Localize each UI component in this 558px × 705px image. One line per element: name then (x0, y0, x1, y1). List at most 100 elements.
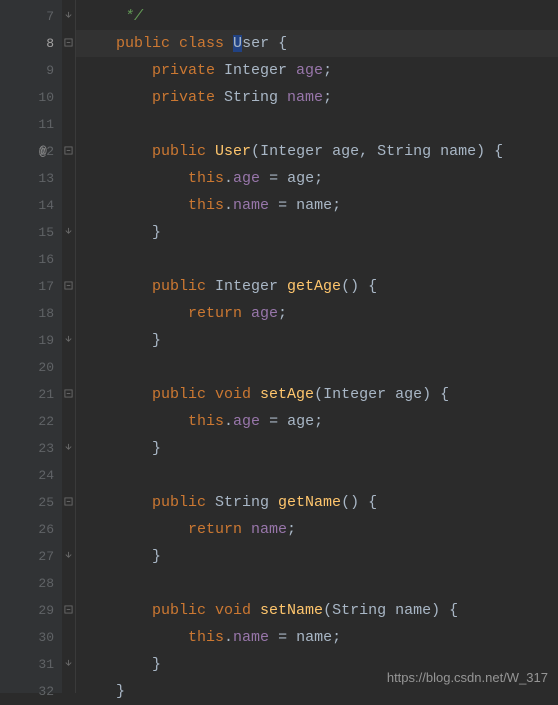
token-kw: this (80, 170, 224, 187)
fold-open-icon[interactable] (64, 35, 73, 52)
token-brace: } (80, 224, 161, 241)
token-kw: return (80, 521, 251, 538)
token-comment: */ (80, 8, 143, 25)
code-area[interactable]: */ public class User { private Integer a… (76, 0, 558, 693)
gutter-row: 28 (0, 570, 62, 597)
code-line[interactable]: this.name = name; (76, 624, 558, 651)
token-sel: U (233, 35, 242, 52)
line-number: 10 (38, 90, 54, 105)
fold-row[interactable] (62, 489, 75, 516)
code-line[interactable]: } (76, 219, 558, 246)
code-line[interactable]: this.age = age; (76, 408, 558, 435)
gutter-row: 16 (0, 246, 62, 273)
token-punct: . (224, 197, 233, 214)
fold-open-icon[interactable] (64, 278, 73, 295)
line-number: 21 (38, 387, 54, 402)
token-kw: public (80, 602, 215, 619)
token-field: age (296, 62, 323, 79)
gutter-row: 30 (0, 624, 62, 651)
code-line[interactable] (76, 570, 558, 597)
token-brace: } (80, 683, 125, 700)
override-icon[interactable]: @ (39, 144, 47, 159)
code-line[interactable] (76, 111, 558, 138)
gutter-row: 11 (0, 111, 62, 138)
fold-row[interactable] (62, 543, 75, 570)
line-number: 7 (46, 9, 54, 24)
code-line[interactable]: public User(Integer age, String name) { (76, 138, 558, 165)
fold-row[interactable] (62, 597, 75, 624)
token-punct: . (224, 629, 233, 646)
code-line[interactable]: } (76, 327, 558, 354)
code-line[interactable] (76, 354, 558, 381)
token-punct: ; (332, 629, 341, 646)
fold-row[interactable] (62, 327, 75, 354)
fold-open-icon[interactable] (64, 602, 73, 619)
token-punct: . (224, 413, 233, 430)
fold-row (62, 192, 75, 219)
fold-close-icon[interactable] (64, 224, 73, 241)
line-number: 32 (38, 684, 54, 699)
token-kw: public (80, 143, 215, 160)
line-number: 16 (38, 252, 54, 267)
token-ident: name (395, 602, 431, 619)
code-line[interactable]: public void setName(String name) { (76, 597, 558, 624)
gutter-row: 27 (0, 543, 62, 570)
token-field: age (251, 305, 278, 322)
fold-row (62, 462, 75, 489)
code-line[interactable]: return age; (76, 300, 558, 327)
code-line[interactable]: this.age = age; (76, 165, 558, 192)
code-line[interactable]: return name; (76, 516, 558, 543)
code-line[interactable]: } (76, 543, 558, 570)
token-op: = (260, 170, 287, 187)
fold-row[interactable] (62, 3, 75, 30)
fold-open-icon[interactable] (64, 494, 73, 511)
fold-open-icon[interactable] (64, 386, 73, 403)
fold-row[interactable] (62, 138, 75, 165)
line-number: 19 (38, 333, 54, 348)
fold-close-icon[interactable] (64, 440, 73, 457)
token-kw: public (80, 494, 215, 511)
code-line[interactable]: private String name; (76, 84, 558, 111)
code-editor[interactable]: 789101112@131415161718192021222324252627… (0, 0, 558, 693)
fold-row[interactable] (62, 219, 75, 246)
code-line[interactable] (76, 246, 558, 273)
token-punct: . (224, 170, 233, 187)
token-ident: age (332, 143, 359, 160)
fold-row[interactable] (62, 30, 75, 57)
token-punct: ) (431, 602, 449, 619)
token-punct: ; (314, 413, 323, 430)
fold-close-icon[interactable] (64, 8, 73, 25)
fold-row[interactable] (62, 273, 75, 300)
fold-row[interactable] (62, 651, 75, 678)
code-line[interactable]: public Integer getAge() { (76, 273, 558, 300)
code-line[interactable]: public void setAge(Integer age) { (76, 381, 558, 408)
line-number: 26 (38, 522, 54, 537)
token-punct: ( (323, 602, 332, 619)
fold-close-icon[interactable] (64, 656, 73, 673)
gutter-row: 7 (0, 3, 62, 30)
line-number: 30 (38, 630, 54, 645)
token-brace: { (368, 494, 377, 511)
gutter-row: 14 (0, 192, 62, 219)
token-field: name (233, 197, 269, 214)
fold-close-icon[interactable] (64, 332, 73, 349)
fold-row[interactable] (62, 435, 75, 462)
code-line[interactable]: */ (76, 3, 558, 30)
fold-row[interactable] (62, 381, 75, 408)
token-type: Integer (224, 62, 296, 79)
code-line[interactable]: } (76, 435, 558, 462)
gutter-row: 19 (0, 327, 62, 354)
token-punct: () (341, 278, 368, 295)
token-ident: name (296, 629, 332, 646)
code-line[interactable] (76, 462, 558, 489)
code-line[interactable]: public String getName() { (76, 489, 558, 516)
code-line[interactable]: private Integer age; (76, 57, 558, 84)
code-line[interactable]: this.name = name; (76, 192, 558, 219)
code-line[interactable]: public class User { (76, 30, 558, 57)
gutter-row: 24 (0, 462, 62, 489)
fold-close-icon[interactable] (64, 548, 73, 565)
token-field: name (233, 629, 269, 646)
gutter-row: 17 (0, 273, 62, 300)
token-kw: private (80, 62, 224, 79)
fold-open-icon[interactable] (64, 143, 73, 160)
